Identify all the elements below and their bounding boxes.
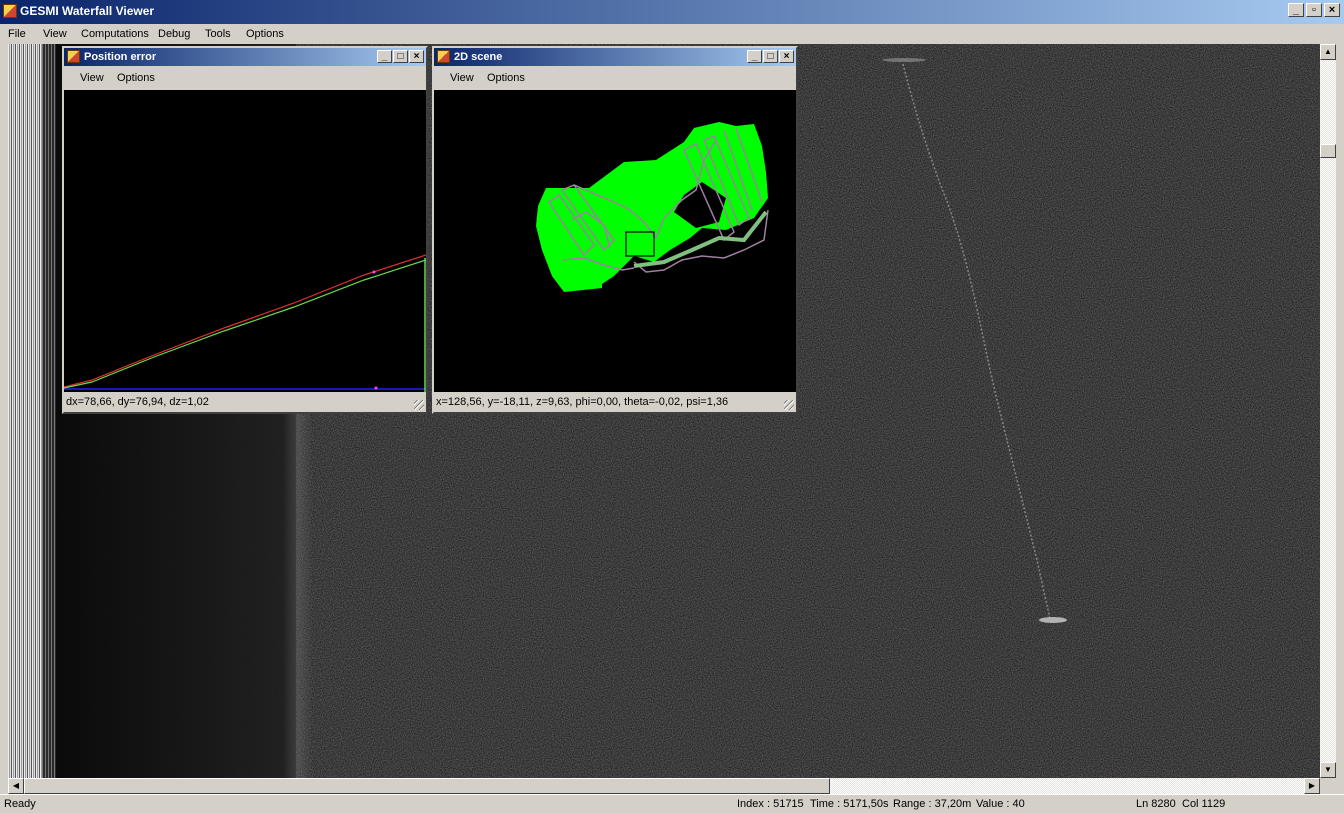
close-button[interactable]: ×	[1324, 3, 1340, 17]
window-icon[interactable]	[437, 50, 450, 63]
menu-options[interactable]: Options	[487, 72, 525, 84]
status-ready: Ready	[4, 798, 36, 810]
menu-options[interactable]: Options	[117, 72, 155, 84]
menu-options[interactable]: Options	[246, 28, 284, 40]
maximize-button[interactable]: □	[763, 50, 778, 63]
restore-button[interactable]: ▫	[1306, 3, 1322, 17]
scroll-up-button[interactable]: ▲	[1320, 44, 1336, 60]
scene-readout: x=128,56, y=-18,11, z=9,63, phi=0,00, th…	[436, 396, 729, 408]
position-error-menubar: View Options	[64, 66, 426, 90]
close-button[interactable]: ×	[409, 50, 424, 63]
minimize-button[interactable]: _	[1288, 3, 1304, 17]
scene-menubar: View Options	[434, 66, 796, 90]
position-error-statusbar: dx=78,66, dy=76,94, dz=1,02	[64, 392, 426, 412]
menu-debug[interactable]: Debug	[158, 28, 190, 40]
main-titlebar[interactable]: GESMI Waterfall Viewer _ ▫ ×	[0, 0, 1344, 24]
app-icon[interactable]	[3, 4, 17, 18]
resize-grip[interactable]	[784, 400, 794, 410]
position-error-readout: dx=78,66, dy=76,94, dz=1,02	[66, 396, 209, 408]
scroll-right-button[interactable]: ▶	[1304, 778, 1320, 794]
menu-file[interactable]: File	[8, 28, 26, 40]
menu-view[interactable]: View	[43, 28, 67, 40]
minimize-button[interactable]: _	[377, 50, 392, 63]
minimize-button[interactable]: _	[747, 50, 762, 63]
menu-computations[interactable]: Computations	[81, 28, 149, 40]
main-statusbar: Ready Index : 51715 Time : 5171,50s Rang…	[0, 794, 1344, 813]
position-error-titlebar[interactable]: Position error _ □ ×	[64, 48, 426, 66]
menu-view[interactable]: View	[450, 72, 474, 84]
coverage-area	[536, 122, 768, 292]
status-column: Col 1129	[1182, 798, 1226, 810]
scene-window[interactable]: 2D scene _ □ × View Options x=128,56, y=…	[432, 46, 798, 414]
position-error-window[interactable]: Position error _ □ × View Options dx=78,…	[62, 46, 428, 414]
scene-titlebar[interactable]: 2D scene _ □ ×	[434, 48, 796, 66]
scene-canvas[interactable]	[434, 90, 796, 392]
horizontal-scrollbar[interactable]: ◀ ▶	[8, 778, 1320, 794]
status-index: Index : 51715	[737, 798, 804, 810]
error-lines	[64, 254, 426, 392]
scroll-down-button[interactable]: ▼	[1320, 762, 1336, 778]
app-title: GESMI Waterfall Viewer	[20, 4, 155, 18]
position-error-plot[interactable]	[64, 90, 426, 392]
scene-statusbar: x=128,56, y=-18,11, z=9,63, phi=0,00, th…	[434, 392, 796, 412]
dy-line	[64, 254, 426, 388]
position-error-title: Position error	[84, 51, 157, 63]
horizontal-scroll-thumb[interactable]	[24, 778, 830, 794]
vertical-scrollbar[interactable]: ▲ ▼	[1320, 44, 1336, 778]
status-range: Range : 37,20m	[893, 798, 972, 810]
menu-view[interactable]: View	[80, 72, 104, 84]
status-line: Ln 8280	[1136, 798, 1176, 810]
scroll-left-button[interactable]: ◀	[8, 778, 24, 794]
menu-tools[interactable]: Tools	[205, 28, 231, 40]
maximize-button[interactable]: □	[393, 50, 408, 63]
resize-grip[interactable]	[414, 400, 424, 410]
vertical-scroll-thumb[interactable]	[1320, 144, 1336, 158]
close-button[interactable]: ×	[779, 50, 794, 63]
scene-title: 2D scene	[454, 51, 503, 63]
main-menubar: File View Computations Debug Tools Optio…	[0, 24, 1344, 44]
window-icon[interactable]	[67, 50, 80, 63]
coverage-map	[536, 122, 769, 292]
status-time: Time : 5171,50s	[810, 798, 889, 810]
status-value: Value : 40	[976, 798, 1025, 810]
